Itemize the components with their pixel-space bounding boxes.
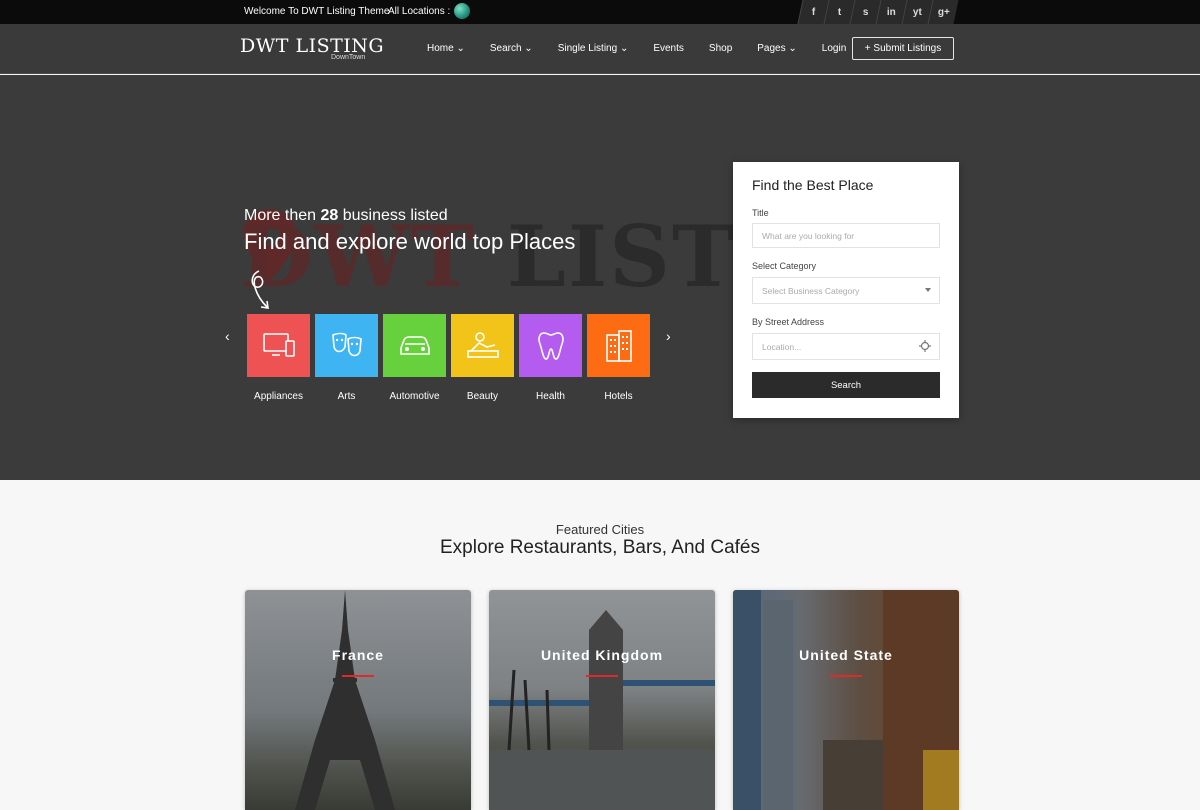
city-card-united-kingdom[interactable]: United Kingdom xyxy=(489,590,715,810)
logo-subtitle: DownTown xyxy=(331,54,366,61)
category-label: Appliances xyxy=(254,391,303,402)
search-button[interactable]: Search xyxy=(752,372,940,398)
search-card-title: Find the Best Place xyxy=(752,177,874,193)
hero-title: Find and explore world top Places xyxy=(244,229,576,254)
category-next-arrow[interactable]: › xyxy=(666,328,671,344)
nav-item-home[interactable]: Home ⌄ xyxy=(427,43,465,54)
section-heading: Explore Restaurants, Bars, And Cafés xyxy=(440,537,760,558)
nav-item-search[interactable]: Search ⌄ xyxy=(490,43,533,54)
chevron-down-icon xyxy=(925,288,931,292)
monitor-icon xyxy=(247,314,310,377)
category-hotels[interactable]: Hotels xyxy=(587,314,650,402)
search-card: Find the Best Place Title What are you l… xyxy=(733,162,959,418)
category-label: Health xyxy=(536,391,565,402)
submit-listings-button[interactable]: + Submit Listings xyxy=(852,37,954,60)
section-kicker: Featured Cities xyxy=(555,522,645,537)
top-bar: Welcome To DWT Listing Theme All Locatio… xyxy=(0,0,1200,24)
category-label: Hotels xyxy=(604,391,633,402)
city-name: France xyxy=(332,647,384,663)
category-label: Beauty xyxy=(466,391,499,402)
social-links: f t s in yt g+ xyxy=(797,0,959,24)
category-carousel: Appliances Arts Automotive Beauty Health xyxy=(247,314,650,402)
tooth-icon xyxy=(519,314,582,377)
category-label: Select Category xyxy=(752,261,817,271)
category-automotive[interactable]: Automotive xyxy=(383,314,446,402)
category-beauty[interactable]: Beauty xyxy=(451,314,514,402)
category-arts[interactable]: Arts xyxy=(315,314,378,402)
title-input[interactable]: What are you looking for xyxy=(752,223,940,248)
city-card-france[interactable]: France xyxy=(245,590,471,810)
featured-cities-section: Featured Cities Explore Restaurants, Bar… xyxy=(0,480,1200,810)
car-icon xyxy=(383,314,446,377)
locate-icon[interactable] xyxy=(919,340,931,352)
google-plus-icon[interactable]: g+ xyxy=(927,0,959,24)
hero-section: DWT LISTING More then 28 business listed… xyxy=(0,75,1200,480)
location-input[interactable]: Location... xyxy=(752,333,940,360)
nav-item-shop[interactable]: Shop xyxy=(709,43,732,54)
category-select[interactable]: Select Business Category xyxy=(752,277,940,304)
nav-item-login[interactable]: Login xyxy=(822,43,846,54)
city-name: United Kingdom xyxy=(540,647,664,663)
welcome-text: Welcome To DWT Listing Theme xyxy=(244,6,390,17)
title-label: Title xyxy=(752,208,769,218)
category-label: Arts xyxy=(337,391,356,402)
category-prev-arrow[interactable]: ‹ xyxy=(225,328,230,344)
all-locations-link[interactable]: All Locations : xyxy=(388,6,450,17)
nav-item-single-listing[interactable]: Single Listing ⌄ xyxy=(558,43,629,54)
curly-arrow-icon xyxy=(251,270,269,309)
theater-masks-icon xyxy=(315,314,378,377)
nav-menu: Home ⌄ Search ⌄ Single Listing ⌄ Events … xyxy=(427,43,871,54)
nav-item-pages[interactable]: Pages ⌄ xyxy=(757,43,797,54)
city-underline xyxy=(342,675,374,677)
spa-icon xyxy=(451,314,514,377)
hero-subtitle: More then 28 business listed xyxy=(244,207,448,224)
main-nav: DWT LISTING DownTown Home ⌄ Search ⌄ Sin… xyxy=(0,24,1200,74)
building-icon xyxy=(587,314,650,377)
nav-item-events[interactable]: Events xyxy=(653,43,684,54)
city-name: United State xyxy=(799,647,893,663)
category-health[interactable]: Health xyxy=(519,314,582,402)
city-card-united-state[interactable]: United State xyxy=(733,590,959,810)
city-underline xyxy=(586,675,618,677)
category-appliances[interactable]: Appliances xyxy=(247,314,310,402)
city-underline xyxy=(830,675,862,677)
globe-icon[interactable] xyxy=(454,3,470,19)
address-label: By Street Address xyxy=(752,317,825,327)
category-label: Automotive xyxy=(389,391,440,402)
